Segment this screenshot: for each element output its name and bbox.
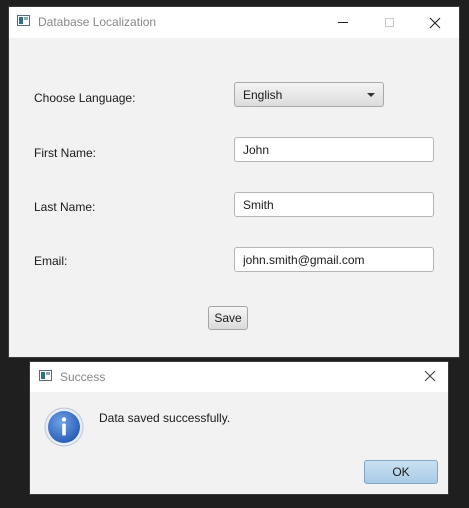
language-selected-value: English (243, 88, 283, 102)
info-icon (44, 407, 84, 447)
minimize-icon (338, 22, 348, 23)
maximize-icon (384, 18, 394, 27)
last-name-field[interactable] (234, 192, 434, 217)
first-name-field[interactable] (234, 137, 434, 162)
language-label: Choose Language: (34, 91, 136, 105)
app-window-icon (39, 370, 52, 381)
app-window-icon (17, 15, 30, 26)
first-name-label: First Name: (34, 146, 97, 160)
last-name-label: Last Name: (34, 200, 96, 214)
success-dialog: Success Data saved successfully. OK (30, 362, 448, 494)
ok-button[interactable]: OK (364, 460, 438, 484)
window-title: Database Localization (38, 15, 157, 29)
close-icon (429, 17, 441, 28)
language-dropdown[interactable]: English (234, 82, 384, 107)
title-bar[interactable]: Database Localization (9, 7, 459, 38)
maximize-button[interactable] (366, 7, 412, 38)
chevron-down-icon (367, 93, 375, 97)
dialog-title: Success (60, 370, 106, 384)
save-button[interactable]: Save (208, 306, 248, 330)
minimize-button[interactable] (320, 7, 366, 38)
close-button[interactable] (412, 7, 458, 38)
close-icon[interactable] (423, 369, 437, 383)
email-label: Email: (34, 254, 68, 268)
dialog-title-bar[interactable]: Success (30, 362, 448, 392)
main-window: Database Localization Choose Language: E… (9, 7, 459, 357)
email-field[interactable] (234, 247, 434, 272)
dialog-message: Data saved successfully. (99, 411, 231, 425)
